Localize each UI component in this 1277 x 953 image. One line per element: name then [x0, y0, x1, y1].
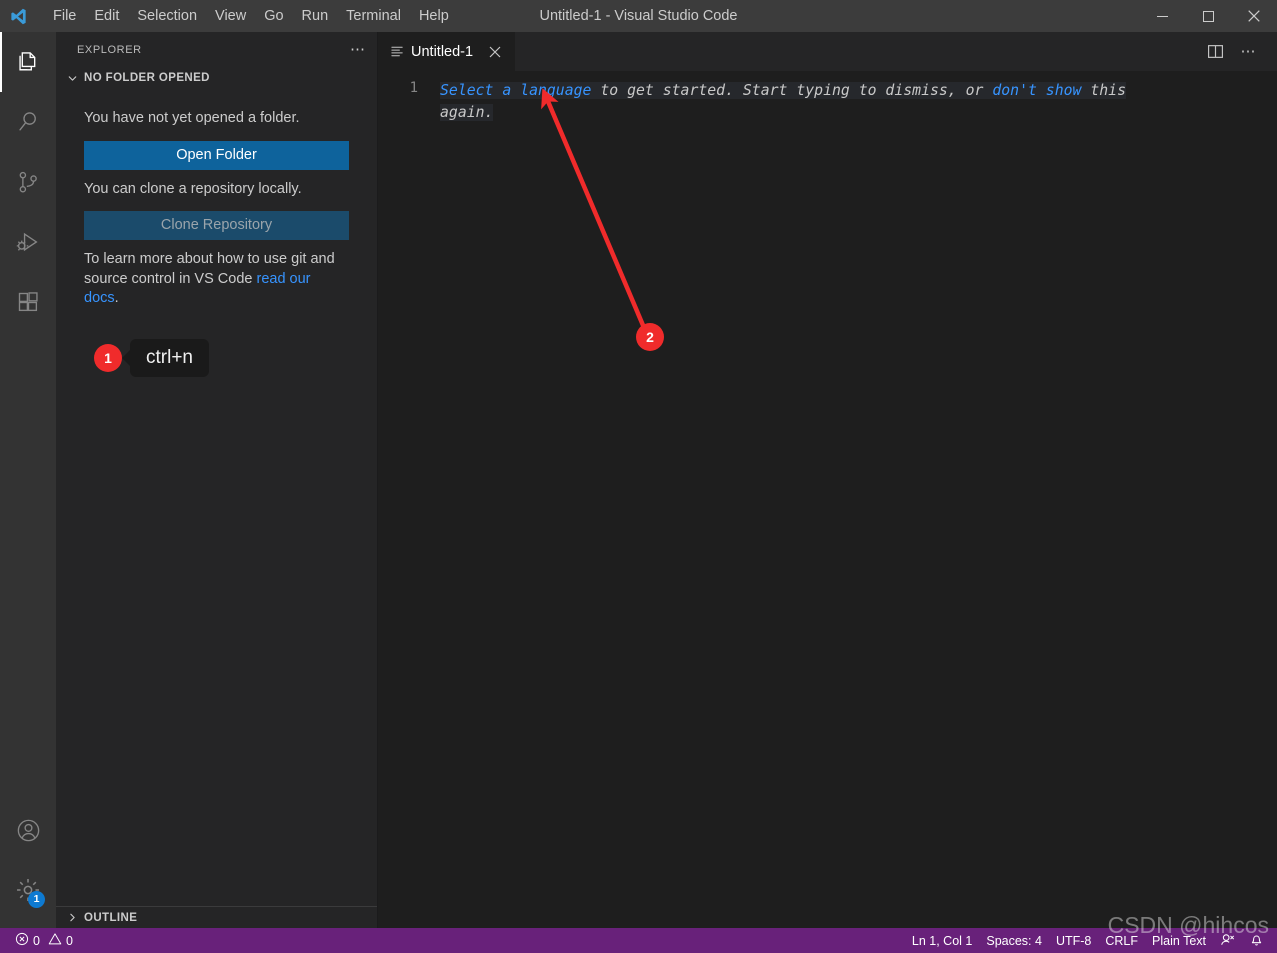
- menu-go[interactable]: Go: [255, 5, 292, 27]
- accounts-button[interactable]: [0, 800, 56, 860]
- status-eol[interactable]: CRLF: [1098, 928, 1145, 953]
- close-button[interactable]: [1231, 0, 1277, 32]
- workbench-body: 1 EXPLORER ⋯ NO FOLDER OPENED You have n…: [0, 32, 1277, 928]
- status-language-mode[interactable]: Plain Text: [1145, 928, 1213, 953]
- error-circle-icon: [15, 932, 29, 949]
- section-outline[interactable]: OUTLINE: [56, 906, 377, 928]
- bell-icon: [1249, 932, 1264, 950]
- docs-text-after: .: [114, 290, 119, 307]
- menu-bar: File Edit Selection View Go Run Terminal…: [44, 0, 458, 32]
- menu-selection[interactable]: Selection: [128, 5, 206, 27]
- split-editor-icon[interactable]: [1201, 38, 1229, 66]
- extensions-icon: [15, 289, 42, 316]
- menu-edit[interactable]: Edit: [85, 5, 128, 27]
- sidebar-item-extensions[interactable]: [0, 272, 56, 332]
- status-encoding[interactable]: UTF-8: [1049, 928, 1098, 953]
- keyboard-shortcut-tooltip: ctrl+n: [130, 338, 209, 377]
- editor-area: Untitled-1 ⋯ 1 Select a language to get …: [378, 32, 1277, 928]
- sidebar-item-run-debug[interactable]: [0, 212, 56, 272]
- tabs-container: Untitled-1: [378, 32, 517, 71]
- title-bar: File Edit Selection View Go Run Terminal…: [0, 0, 1277, 32]
- sidebar-title: EXPLORER: [77, 43, 142, 56]
- section-no-folder-opened[interactable]: NO FOLDER OPENED: [56, 67, 377, 89]
- dont-show-link[interactable]: don't show: [992, 82, 1081, 99]
- menu-help[interactable]: Help: [410, 5, 458, 27]
- activity-bar-top-group: [0, 32, 56, 332]
- warning-triangle-icon: [48, 932, 62, 949]
- menu-file[interactable]: File: [44, 5, 85, 27]
- window-controls: [1139, 0, 1277, 32]
- sidebar-item-explorer[interactable]: [0, 32, 56, 92]
- menu-terminal[interactable]: Terminal: [337, 5, 410, 27]
- vscode-window: File Edit Selection View Go Run Terminal…: [0, 0, 1277, 953]
- sidebar-header: EXPLORER ⋯: [56, 32, 377, 67]
- sidebar-item-search[interactable]: [0, 92, 56, 152]
- search-icon: [15, 109, 42, 136]
- status-feedback-button[interactable]: [1213, 928, 1242, 953]
- docs-message: To learn more about how to use git and s…: [84, 250, 349, 309]
- close-icon[interactable]: [485, 42, 505, 62]
- minimize-button[interactable]: [1139, 0, 1185, 32]
- editor-tab-bar: Untitled-1 ⋯: [378, 32, 1277, 71]
- editor-actions: ⋯: [1201, 32, 1277, 71]
- clone-message: You can clone a repository locally.: [84, 180, 302, 197]
- run-and-debug-icon: [15, 229, 42, 256]
- chevron-down-icon: [64, 70, 80, 86]
- editor-more-actions-button[interactable]: ⋯: [1235, 38, 1263, 66]
- feedback-smiley-icon: [1220, 932, 1235, 950]
- annotation-marker-2: 2: [636, 323, 664, 351]
- no-folder-message: You have not yet opened a folder.: [84, 110, 300, 126]
- activity-bar: 1: [0, 32, 56, 928]
- account-icon: [15, 817, 42, 844]
- maximize-button[interactable]: [1185, 0, 1231, 32]
- status-bar: 0 0 Ln 1, Col 1 Spaces: 4 UTF-8 CRLF Pla…: [0, 912, 1277, 953]
- status-bar-left: 0 0: [0, 928, 80, 953]
- ellipsis-icon: ⋯: [1240, 42, 1258, 60]
- manage-settings-button[interactable]: 1: [0, 860, 56, 920]
- sidebar-more-actions-button[interactable]: ⋯: [350, 40, 367, 58]
- vscode-logo-icon: [0, 0, 36, 32]
- menu-run[interactable]: Run: [293, 5, 338, 27]
- sidebar-item-source-control[interactable]: [0, 152, 56, 212]
- status-indentation[interactable]: Spaces: 4: [979, 928, 1049, 953]
- chevron-right-icon: [64, 910, 80, 926]
- select-language-link[interactable]: Select a language: [440, 82, 591, 99]
- explorer-sidebar: EXPLORER ⋯ NO FOLDER OPENED You have not…: [56, 32, 378, 928]
- editor-placeholder-text: Select a language to get started. Start …: [440, 71, 1148, 124]
- status-line-col[interactable]: Ln 1, Col 1: [905, 928, 979, 953]
- annotation-marker-1: 1: [94, 343, 122, 372]
- settings-badge: 1: [28, 891, 45, 908]
- status-problems[interactable]: 0 0: [8, 928, 80, 953]
- clone-repository-button[interactable]: Clone Repository: [84, 211, 349, 241]
- source-control-icon: [15, 169, 42, 196]
- open-folder-button[interactable]: Open Folder: [84, 140, 349, 170]
- sidebar-content: NO FOLDER OPENED You have not yet opened…: [56, 67, 377, 906]
- no-folder-panel: You have not yet opened a folder. Open F…: [56, 89, 377, 377]
- editor-content[interactable]: 1 Select a language to get started. Star…: [378, 71, 1277, 928]
- ellipsis-icon: ⋯: [350, 40, 367, 58]
- files-icon: [15, 49, 42, 76]
- keyboard-hint: 1 ctrl+n: [94, 338, 349, 377]
- text-file-icon: [390, 44, 405, 59]
- placeholder-mid: to get started. Start typing to dismiss,…: [591, 82, 993, 99]
- tab-label: Untitled-1: [411, 43, 474, 60]
- line-number: 1: [409, 80, 418, 96]
- status-bar-right: Ln 1, Col 1 Spaces: 4 UTF-8 CRLF Plain T…: [905, 928, 1277, 953]
- code-lines: 1 Select a language to get started. Star…: [378, 71, 1277, 124]
- tab-untitled-1[interactable]: Untitled-1: [378, 32, 517, 71]
- error-count: 0: [33, 933, 40, 948]
- status-notifications-button[interactable]: [1242, 928, 1271, 953]
- warning-count: 0: [65, 933, 73, 948]
- activity-bar-bottom-group: 1: [0, 800, 56, 920]
- section-title: NO FOLDER OPENED: [84, 72, 210, 84]
- outline-title: OUTLINE: [84, 911, 138, 924]
- menu-view[interactable]: View: [206, 5, 255, 27]
